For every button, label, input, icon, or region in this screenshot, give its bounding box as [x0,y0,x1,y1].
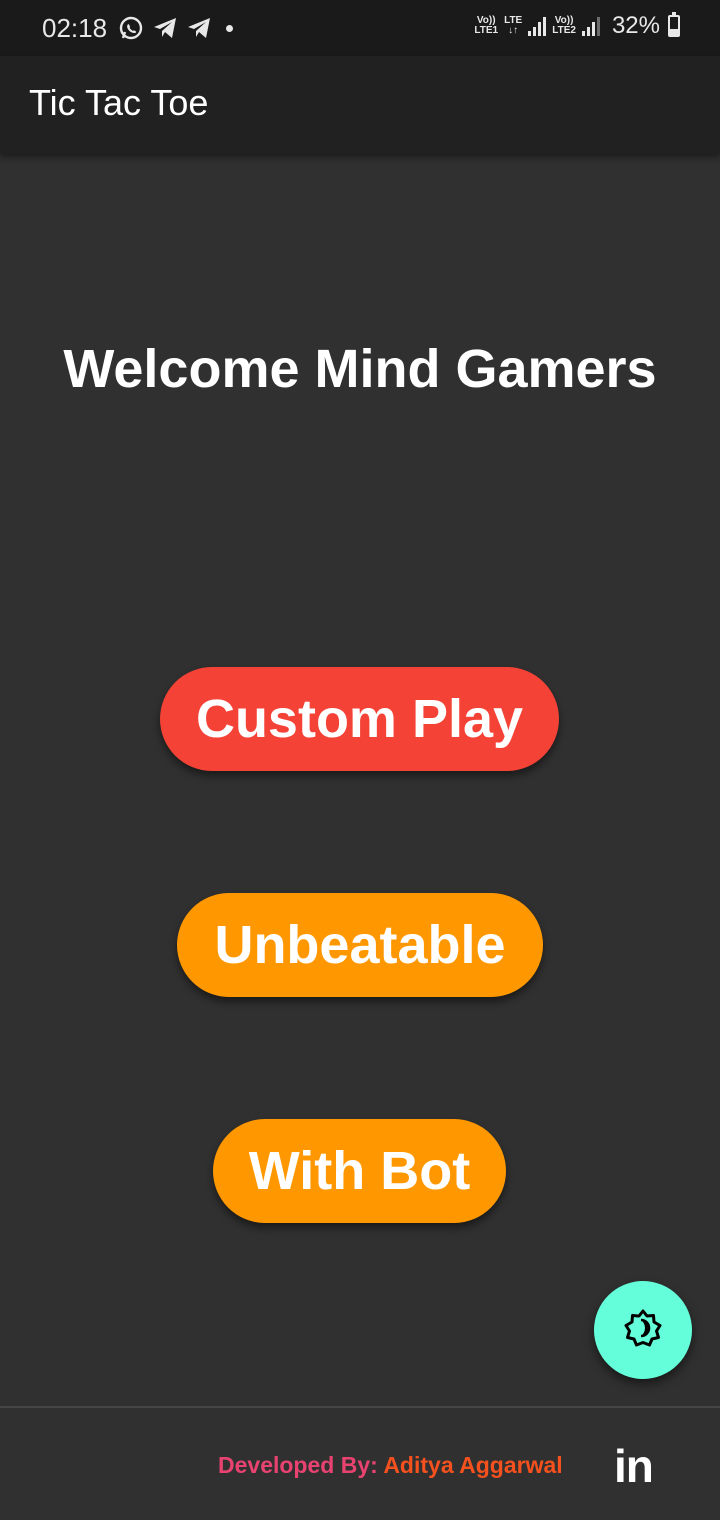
theme-toggle-button[interactable] [594,1281,692,1379]
app-title: Tic Tac Toe [29,82,209,123]
signal-icon [581,16,600,36]
status-time: 02:18 [42,13,108,43]
battery-icon [668,12,680,37]
sim1-lte-text: LTE1 [474,25,499,36]
with-bot-button[interactable]: With Bot [213,1119,506,1223]
welcome-heading: Welcome Mind Gamers [63,339,657,399]
whatsapp-icon [118,15,144,41]
sim2-label: Vo)) LTE2 [552,16,576,36]
custom-play-button[interactable]: Custom Play [160,667,559,771]
status-notification-icons [118,14,233,42]
status-system-icons: Vo)) LTE1 LTE ↓↑ Vo)) LTE2 32% [474,12,680,40]
notification-dot-icon [226,24,233,32]
signal-icon [528,16,547,36]
sim2-lte-text: LTE2 [552,25,576,36]
data-arrows-icon: ↓↑ [508,25,519,36]
linkedin-icon[interactable]: in [614,1438,654,1494]
app-bar: Tic Tac Toe [0,56,720,154]
developer-name: Aditya Aggarwal [383,1452,563,1478]
sim1-label: Vo)) LTE1 [474,16,498,36]
telegram-icon [152,16,178,40]
unbeatable-button[interactable]: Unbeatable [177,893,543,997]
status-bar: 02:18 Vo)) LTE1 LTE ↓↑ Vo)) LTE2 32% [0,0,720,56]
developer-credit: Developed By: Aditya Aggarwal [218,1452,563,1479]
telegram-icon [186,16,212,40]
developed-by-label: Developed By: [218,1452,378,1478]
lte-data-indicator: LTE ↓↑ [504,16,522,36]
battery-percent: 32% [611,12,660,39]
footer: Developed By: Aditya Aggarwal in [0,1408,720,1520]
brightness-theme-icon [623,1308,663,1353]
